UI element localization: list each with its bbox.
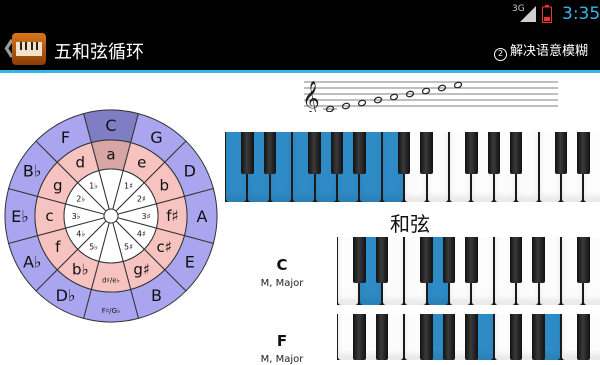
key-signature-label: 2♯: [137, 195, 146, 204]
black-key[interactable]: [353, 237, 365, 283]
black-key[interactable]: [264, 132, 276, 174]
major-key-label: B: [151, 286, 162, 305]
action-bar: ❮ 五和弦循环 2解决语意模糊: [0, 28, 600, 70]
major-key-label: E: [185, 253, 195, 272]
black-key[interactable]: [532, 314, 544, 360]
black-key[interactable]: [353, 314, 365, 360]
staff-note: [422, 87, 431, 94]
major-key-label: A: [197, 207, 208, 226]
chord-quality-c: M, Major: [244, 278, 320, 289]
black-key[interactable]: [465, 237, 477, 283]
major-key-label: D: [184, 162, 196, 181]
key-signature-label: 4♯: [137, 230, 146, 239]
circle-center: [104, 209, 118, 223]
major-key-label: C: [105, 116, 116, 135]
clock: 3:35: [562, 4, 600, 24]
black-key[interactable]: [376, 237, 388, 283]
black-key[interactable]: [465, 132, 477, 174]
chord-name-f: F: [262, 332, 302, 350]
chord-keyboard-c[interactable]: [337, 237, 600, 305]
action-bar-divider: [0, 70, 600, 73]
key-signature-label: 4♭: [76, 230, 85, 239]
minor-key-label: b♭: [72, 260, 89, 278]
treble-clef-icon: 𝄞: [302, 81, 320, 112]
chord-name-c: C: [262, 256, 302, 274]
staff-note: [358, 99, 367, 106]
key-signature-label: 1♭: [89, 182, 98, 191]
minor-key-label: e: [137, 154, 146, 172]
black-key[interactable]: [510, 314, 522, 360]
minor-key-label: g♯: [133, 260, 150, 278]
black-key[interactable]: [443, 314, 455, 360]
music-staff: 𝄞: [296, 76, 558, 112]
black-key[interactable]: [420, 314, 432, 360]
black-key[interactable]: [555, 132, 567, 174]
status-bar: 3G 3:35: [0, 0, 600, 28]
minor-key-label: b: [159, 176, 169, 194]
main-keyboard[interactable]: [225, 132, 600, 202]
black-key[interactable]: [420, 237, 432, 283]
key-signature-label: 5♭: [89, 242, 98, 251]
black-key[interactable]: [353, 132, 365, 174]
key-signature-label: 3♭: [72, 212, 81, 221]
staff-note: [390, 93, 399, 100]
minor-key-label: d: [75, 154, 85, 172]
black-key[interactable]: [376, 314, 388, 360]
minor-key-label: f♯: [166, 207, 179, 225]
app-title: 五和弦循环: [54, 38, 144, 64]
major-key-label: E♭: [11, 207, 29, 226]
minor-key-label: c: [45, 207, 53, 225]
major-key-label: F: [61, 128, 70, 147]
fuzzy-resolve-label: 解决语意模糊: [510, 44, 588, 59]
minor-key-label: a: [106, 146, 115, 164]
key-signature-label: 5♯: [124, 242, 133, 251]
black-key[interactable]: [510, 237, 522, 283]
minor-key-label: c♯: [157, 238, 173, 256]
chords-heading: 和弦: [390, 208, 430, 237]
black-key[interactable]: [465, 314, 477, 360]
major-key-label: B♭: [23, 162, 42, 181]
black-key[interactable]: [443, 237, 455, 283]
signal-icon: [520, 6, 536, 22]
black-key[interactable]: [532, 237, 544, 283]
black-key[interactable]: [577, 132, 589, 174]
major-key-label: G: [150, 128, 162, 147]
black-key[interactable]: [398, 132, 410, 174]
key-signature-label: 1♯: [124, 182, 133, 191]
black-key[interactable]: [488, 132, 500, 174]
key-signature-label: 2♭: [76, 195, 85, 204]
black-key[interactable]: [577, 314, 589, 360]
staff-note: [454, 81, 463, 88]
major-key-label: A♭: [23, 253, 42, 272]
minor-key-label: d♯/e♭: [102, 277, 120, 285]
black-key[interactable]: [241, 132, 253, 174]
app-icon[interactable]: [12, 33, 46, 65]
black-key[interactable]: [577, 237, 589, 283]
black-key[interactable]: [420, 132, 432, 174]
black-key[interactable]: [510, 132, 522, 174]
black-key[interactable]: [331, 132, 343, 174]
major-key-label: F♯/G♭: [102, 307, 121, 315]
circle-of-fifths: Ca Ge 1♯ Db 2♯ Af♯ 3♯ Ec♯ 4♯ Bg♯5♯ F♯/G♭ d♯/e♭ D♭ b♭5…: [0, 108, 222, 330]
chord-keyboard-f[interactable]: [337, 314, 600, 360]
battery-icon: [542, 5, 552, 23]
outer-key-segment[interactable]: [84, 289, 139, 322]
fuzzy-resolve-button[interactable]: 2解决语意模糊: [494, 40, 588, 61]
circle-2-icon: 2: [494, 48, 507, 61]
key-signature-label: 3♯: [142, 212, 151, 221]
minor-key-label: f: [55, 238, 61, 256]
black-key[interactable]: [308, 132, 320, 174]
major-key-label: D♭: [56, 286, 76, 305]
minor-key-label: g: [53, 176, 63, 194]
